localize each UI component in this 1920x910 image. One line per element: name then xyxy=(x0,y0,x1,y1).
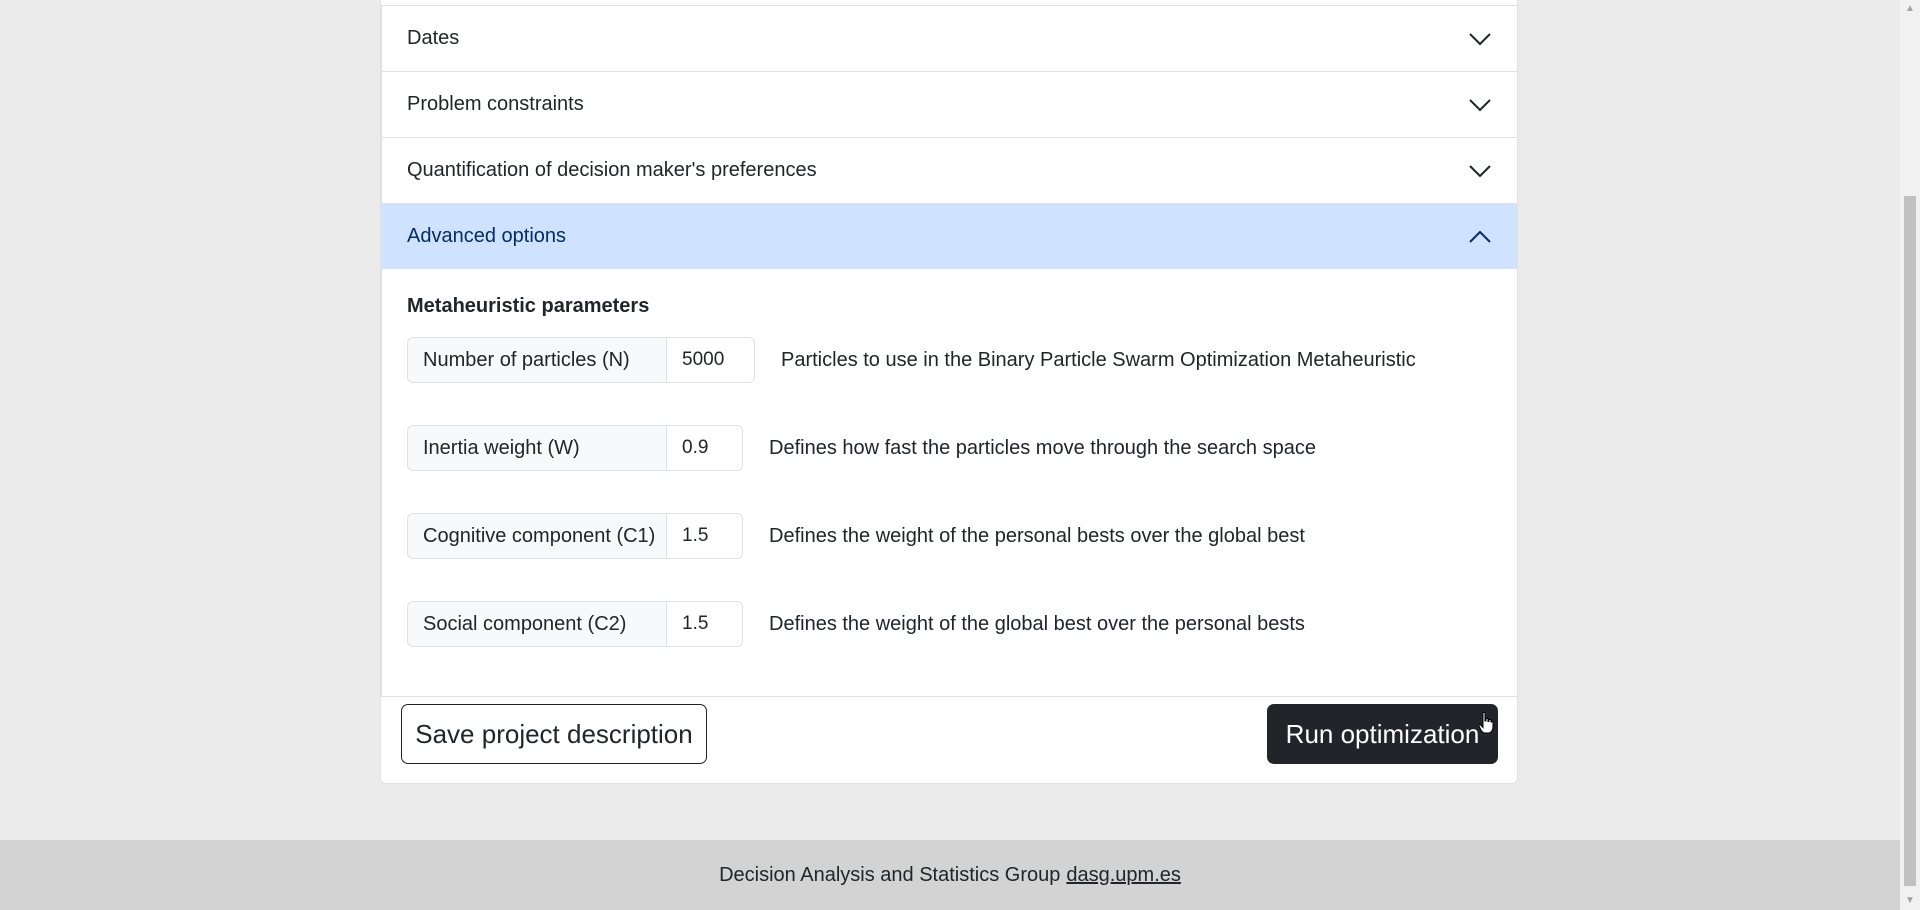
page: Dates Problem constraints Quantification… xyxy=(0,0,1920,910)
particles-input[interactable] xyxy=(667,337,755,383)
accordion-item-preferences: Quantification of decision maker's prefe… xyxy=(381,138,1518,204)
param-row-particles: Number of particles (N) Particles to use… xyxy=(407,336,1492,384)
param-description: Particles to use in the Binary Particle … xyxy=(781,348,1416,371)
param-description: Defines how fast the particles move thro… xyxy=(769,436,1316,459)
footer-link[interactable]: dasg.upm.es xyxy=(1066,864,1181,887)
accordion-item-advanced-options: Advanced options Metaheuristic parameter… xyxy=(381,204,1518,697)
accordion-label: Dates xyxy=(407,27,460,49)
social-component-input[interactable] xyxy=(667,601,743,647)
param-label: Cognitive component (C1) xyxy=(407,513,667,559)
settings-accordion: Dates Problem constraints Quantification… xyxy=(381,5,1518,697)
cognitive-component-input[interactable] xyxy=(667,513,743,559)
chevron-down-icon xyxy=(1468,93,1492,117)
chevron-down-icon xyxy=(1468,27,1492,51)
advanced-options-body: Metaheuristic parameters Number of parti… xyxy=(382,269,1517,696)
param-row-cognitive: Cognitive component (C1) Defines the wei… xyxy=(407,512,1492,560)
accordion-header-problem-constraints[interactable]: Problem constraints xyxy=(382,72,1517,137)
accordion-label: Problem constraints xyxy=(407,93,584,115)
hand-pointer-icon xyxy=(1478,712,1494,734)
param-description: Defines the weight of the global best ov… xyxy=(769,612,1305,635)
footer-text: Decision Analysis and Statistics Group xyxy=(719,863,1061,886)
param-row-social: Social component (C2) Defines the weight… xyxy=(407,600,1492,648)
scrollbar-thumb[interactable] xyxy=(1904,196,1916,886)
run-optimization-button[interactable]: Run optimization xyxy=(1267,704,1498,764)
accordion-label: Quantification of decision maker's prefe… xyxy=(407,159,817,181)
scroll-up-icon[interactable]: ▲ xyxy=(1900,0,1920,18)
scroll-down-icon[interactable]: ▼ xyxy=(1900,892,1920,910)
chevron-down-icon xyxy=(1468,159,1492,183)
section-title: Metaheuristic parameters xyxy=(407,295,650,317)
param-description: Defines the weight of the personal bests… xyxy=(769,524,1305,547)
accordion-header-advanced-options[interactable]: Advanced options xyxy=(382,204,1517,269)
vertical-scrollbar[interactable]: ▲ ▼ xyxy=(1900,0,1920,910)
accordion-item-problem-constraints: Problem constraints xyxy=(381,72,1518,138)
param-label: Inertia weight (W) xyxy=(407,425,667,471)
accordion-item-dates: Dates xyxy=(381,6,1518,72)
chevron-up-icon xyxy=(1468,225,1492,249)
param-row-inertia: Inertia weight (W) Defines how fast the … xyxy=(407,424,1492,472)
param-label: Social component (C2) xyxy=(407,601,667,647)
param-label: Number of particles (N) xyxy=(407,337,667,383)
save-project-button[interactable]: Save project description xyxy=(401,704,707,764)
accordion-label: Advanced options xyxy=(407,225,567,247)
accordion-header-preferences[interactable]: Quantification of decision maker's prefe… xyxy=(382,138,1517,203)
inertia-weight-input[interactable] xyxy=(667,425,743,471)
accordion-header-dates[interactable]: Dates xyxy=(382,6,1517,71)
footer: Decision Analysis and Statistics Group d… xyxy=(0,840,1900,910)
